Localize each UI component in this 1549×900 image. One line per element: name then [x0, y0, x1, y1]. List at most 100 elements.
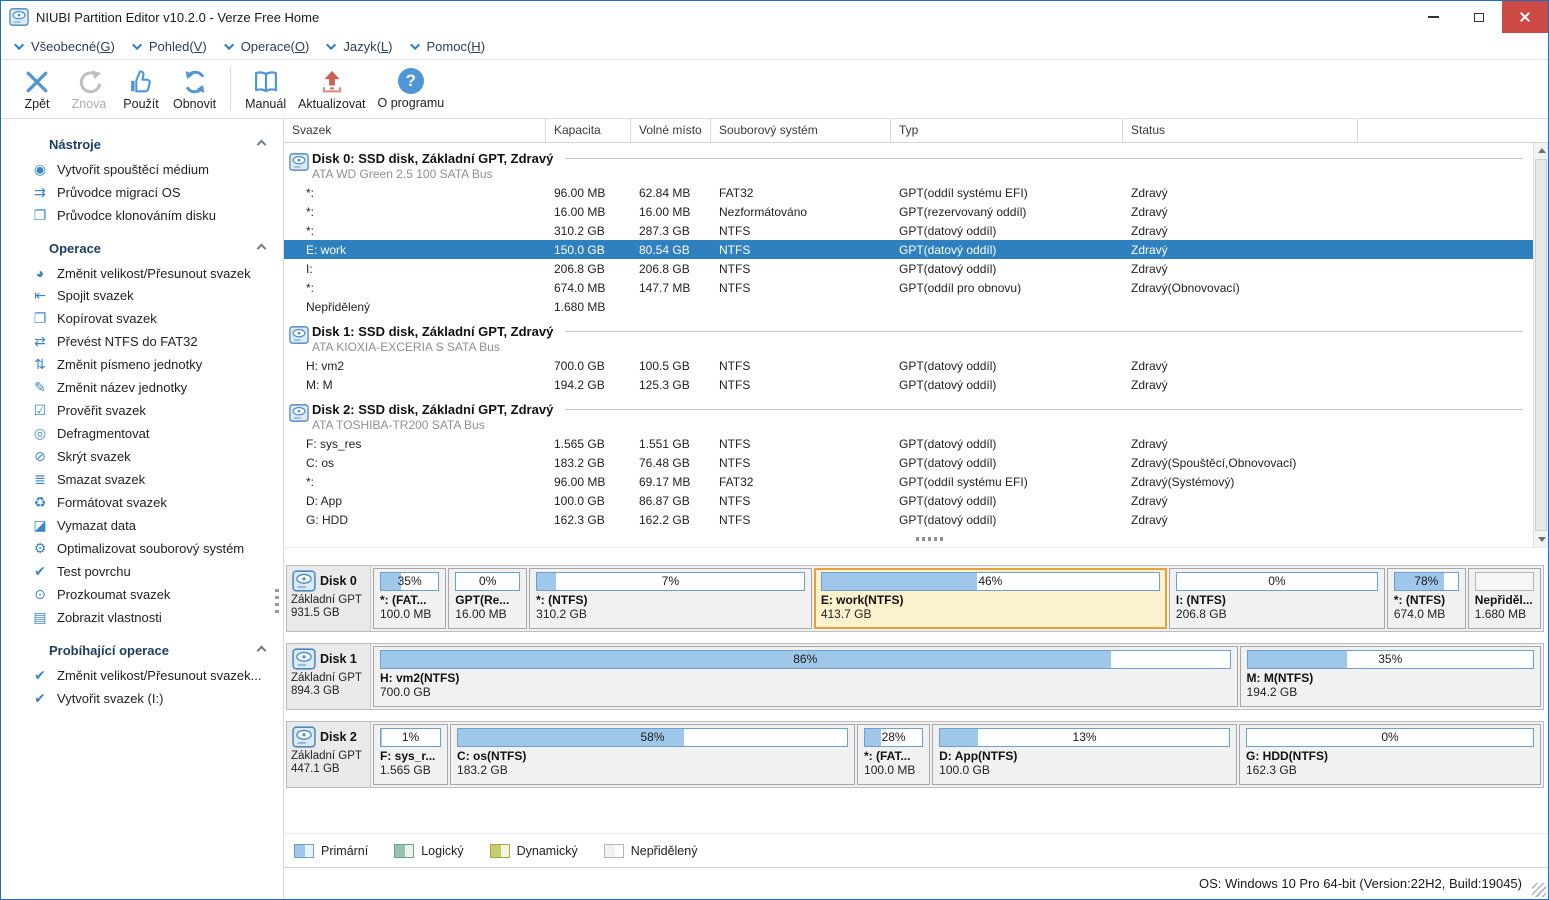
sidebar-item-check-volume[interactable]: ☑ Prověřit svazek	[1, 399, 283, 422]
usage-percent	[1476, 573, 1533, 590]
pending-op-create-volume[interactable]: ✔ Vytvořit svazek (I:)	[1, 687, 283, 710]
partition-block[interactable]: 7% *: (NTFS) 310.2 GB	[529, 568, 812, 629]
partition-block[interactable]: 13% D: App(NTFS) 100.0 GB	[932, 724, 1237, 785]
sidebar-item-hide-volume[interactable]: ⊘ Skrýt svazek	[1, 445, 283, 468]
partition-block[interactable]: 58% C: os(NTFS) 183.2 GB	[450, 724, 856, 785]
discard-button[interactable]: Obnovit	[167, 66, 222, 113]
disk2-label-box[interactable]: Disk 2 Základní GPT 447.1 GB	[287, 722, 371, 787]
column-header-free-space[interactable]: Volné místo	[631, 119, 711, 142]
vertical-scrollbar[interactable]	[1533, 143, 1548, 547]
disk-subtitle: ATA KIOXIA-EXCERIA S SATA Bus	[312, 340, 500, 354]
menu-operations[interactable]: Operace(O)	[221, 36, 320, 57]
column-header-capacity[interactable]: Kapacita	[546, 119, 631, 142]
sidebar-item-format-volume[interactable]: ♻ Formátovat svazek	[1, 491, 283, 514]
table-row[interactable]: *: 16.00 MB 16.00 MB Nezformátováno GPT(reze…	[284, 202, 1533, 221]
partition-block[interactable]: 1% F: sys_r... 1.565 GB	[373, 724, 449, 785]
usage-bar: 1%	[380, 728, 442, 747]
sidebar-item-change-label[interactable]: ✎ Změnit název jednotky	[1, 376, 283, 399]
partition-block[interactable]: 0% G: HDD(NTFS) 162.3 GB	[1239, 724, 1541, 785]
sidebar-item-label: Spojit svazek	[57, 288, 134, 303]
table-row[interactable]: D: App 100.0 GB 86.87 GB NTFS GPT(datový odd…	[284, 491, 1533, 510]
column-header-filesystem[interactable]: Souborový systém	[711, 119, 891, 142]
about-button[interactable]: ? O programu	[372, 66, 451, 112]
column-header-volume[interactable]: Svazek	[284, 119, 546, 142]
table-row[interactable]: G: HDD 162.3 GB 162.2 GB NTFS GPT(datový odd…	[284, 510, 1533, 529]
sidebar-splitter-handle[interactable]	[275, 589, 279, 615]
sidebar-item-os-migration[interactable]: ⇉ Průvodce migrací OS	[1, 181, 283, 204]
sidebar-item-merge-volume[interactable]: ⇤ Spojit svazek	[1, 284, 283, 307]
disk1-group-header[interactable]: Disk 1: SSD disk, Základní GPT, Zdravý A…	[284, 318, 1533, 356]
disk2-group-header[interactable]: Disk 2: SSD disk, Základní GPT, Zdravý A…	[284, 396, 1533, 434]
close-button[interactable]	[1502, 1, 1548, 33]
section-title: Operace	[49, 241, 102, 256]
table-row[interactable]: C: os 183.2 GB 76.48 GB NTFS GPT(datový oddí…	[284, 453, 1533, 472]
disk0-group-header[interactable]: Disk 0: SSD disk, Základní GPT, Zdravý A…	[284, 145, 1533, 183]
disk-subtitle: ATA TOSHIBA-TR200 SATA Bus	[312, 418, 485, 432]
unallocated-block[interactable]: Nepřiděl... 1.680 MB	[1467, 568, 1541, 629]
table-row[interactable]: I: 206.8 GB 206.8 GB NTFS GPT(datový oddíl) Z…	[284, 259, 1533, 278]
redo-button[interactable]: Znova	[63, 66, 115, 113]
menu-general[interactable]: Všeobecné(G)	[11, 36, 125, 57]
sidebar-item-wipe-data[interactable]: ◪ Vymazat data	[1, 514, 283, 537]
sidebar-section-pending-operations[interactable]: Probíhající operace	[1, 637, 283, 664]
legend-label: Primární	[321, 843, 369, 858]
sidebar-item-create-boot-media[interactable]: ◉ Vytvořit spouštěcí médium	[1, 158, 283, 181]
close-icon	[1519, 11, 1531, 23]
partition-block[interactable]: 35% *: (FAT... 100.0 MB	[373, 568, 447, 629]
table-row[interactable]: *: 674.0 MB 147.7 MB NTFS GPT(oddíl pro obno…	[284, 278, 1533, 297]
scroll-down-arrow-icon[interactable]	[1534, 532, 1548, 547]
sidebar-section-operations[interactable]: Operace	[1, 235, 283, 262]
disk-clone-icon: ❐	[33, 207, 47, 223]
menu-language[interactable]: Jazyk(L)	[323, 36, 402, 57]
check-volume-icon: ☑	[33, 402, 47, 418]
disk1-label-box[interactable]: Disk 1 Základní GPT 894.3 GB	[287, 644, 371, 709]
horizontal-splitter[interactable]	[284, 547, 1548, 557]
column-header-type[interactable]: Typ	[891, 119, 1123, 142]
sidebar-item-copy-volume[interactable]: ❐ Kopírovat svazek	[1, 307, 283, 330]
menu-view[interactable]: Pohled(V)	[129, 36, 217, 57]
partition-block[interactable]: 0% I: (NTFS) 206.8 GB	[1168, 568, 1385, 629]
pending-op-resize-move[interactable]: ✔ Změnit velikost/Přesunout svazek...	[1, 664, 283, 687]
table-row[interactable]: *: 96.00 MB 69.17 MB FAT32 GPT(oddíl systému…	[284, 472, 1533, 491]
button-label: Aktualizovat	[298, 96, 366, 111]
maximize-button[interactable]	[1456, 1, 1502, 33]
update-button[interactable]: Aktualizovat	[292, 66, 371, 113]
table-splitter-handle[interactable]	[916, 537, 944, 541]
resize-grip[interactable]	[1532, 883, 1546, 897]
sidebar-item-defragment[interactable]: ◎ Defragmentovat	[1, 422, 283, 445]
menu-label: )	[480, 38, 486, 54]
table-row[interactable]: *: 96.00 MB 62.84 MB FAT32 GPT(oddíl systému…	[284, 183, 1533, 202]
table-row[interactable]: M: M 194.2 GB 125.3 GB NTFS GPT(datový oddíl…	[284, 375, 1533, 394]
sidebar-item-convert-ntfs-fat32[interactable]: ⇄ Převést NTFS do FAT32	[1, 330, 283, 353]
partition-block-selected[interactable]: 46% E: work(NTFS) 413.7 GB	[813, 568, 1167, 629]
sidebar-item-view-properties[interactable]: ▤ Zobrazit vlastnosti	[1, 606, 283, 629]
undo-button[interactable]: Zpět	[11, 66, 63, 113]
table-row[interactable]: Nepřidělený 1.680 MB	[284, 297, 1533, 316]
sidebar-item-resize-move[interactable]: ◕ Změnit velikost/Přesunout svazek	[1, 262, 283, 284]
partition-block[interactable]: 86% H: vm2(NTFS) 700.0 GB	[373, 646, 1238, 707]
minimize-button[interactable]	[1410, 1, 1456, 33]
table-row[interactable]: F: sys_res 1.565 GB 1.551 GB NTFS GPT(datový…	[284, 434, 1533, 453]
scroll-up-arrow-icon[interactable]	[1534, 143, 1548, 158]
partition-block[interactable]: 0% GPT(Re... 16.00 MB	[448, 568, 528, 629]
sidebar-section-tools[interactable]: Nástroje	[1, 131, 283, 158]
sidebar-item-disk-clone[interactable]: ❐ Průvodce klonováním disku	[1, 204, 283, 227]
gear-icon: ⚙	[33, 540, 47, 556]
sidebar-item-delete-volume[interactable]: ≣ Smazat svazek	[1, 468, 283, 491]
sidebar-item-explore-volume[interactable]: ⊙ Prozkoumat svazek	[1, 583, 283, 606]
scrollbar-thumb[interactable]	[1535, 159, 1547, 531]
sidebar-item-change-drive-letter[interactable]: ⇅ Změnit písmeno jednotky	[1, 353, 283, 376]
apply-button[interactable]: Použít	[115, 66, 167, 113]
manual-button[interactable]: Manuál	[239, 66, 292, 113]
table-row[interactable]: *: 310.2 GB 287.3 GB NTFS GPT(datový oddíl) Z…	[284, 221, 1533, 240]
table-row[interactable]: H: vm2 700.0 GB 100.5 GB NTFS GPT(datový odd…	[284, 356, 1533, 375]
column-header-status[interactable]: Status	[1123, 119, 1358, 142]
table-row-selected[interactable]: E: work 150.0 GB 80.54 GB NTFS GPT(datový od…	[284, 240, 1533, 259]
partition-block[interactable]: 28% *: (FAT... 100.0 MB	[857, 724, 931, 785]
partition-block[interactable]: 78% *: (NTFS) 674.0 MB	[1386, 568, 1466, 629]
menu-help[interactable]: Pomoc(H)	[407, 36, 496, 57]
partition-block[interactable]: 35% M: M(NTFS) 194.2 GB	[1239, 646, 1541, 707]
sidebar-item-surface-test[interactable]: ✔ Test povrchu	[1, 560, 283, 583]
sidebar-item-optimize-filesystem[interactable]: ⚙ Optimalizovat souborový systém	[1, 537, 283, 560]
disk0-label-box[interactable]: Disk 0 Základní GPT 931.5 GB	[287, 566, 371, 631]
